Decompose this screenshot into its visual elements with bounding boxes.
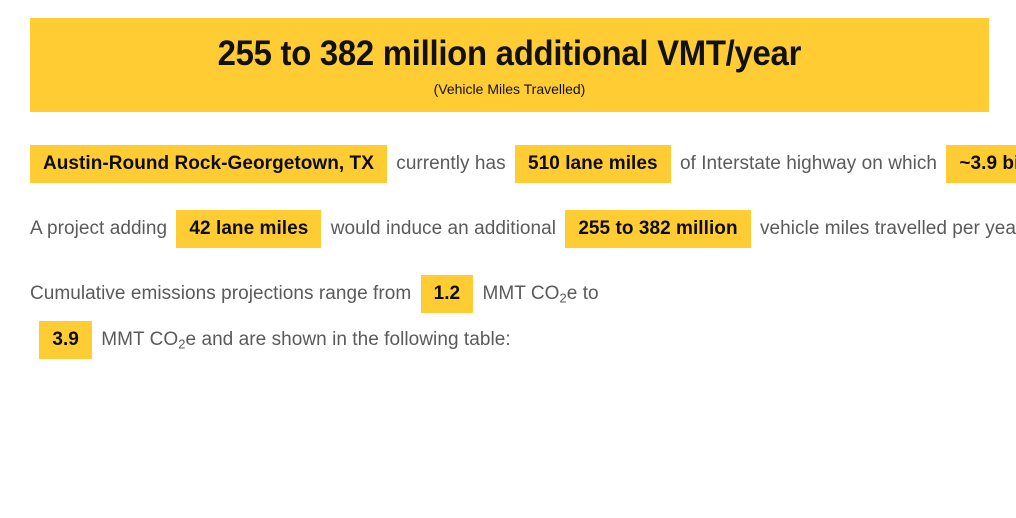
text-of-interstate-highway: of Interstate highway on which (679, 153, 938, 174)
highlight-region-name: Austin-Round Rock-Georgetown, TX (30, 145, 387, 183)
infographic-page: 255 to 382 million additional VMT/year (… (0, 0, 1016, 518)
banner-title: 255 to 382 million additional VMT/year (217, 34, 802, 74)
paragraph-project-impact: A project adding 42 lane miles would ind… (30, 206, 1016, 252)
text-mmt-co2e-high: MMT CO2e and are shown in the following … (101, 329, 510, 350)
paragraph-cumulative-projections: Cumulative emissions projections range f… (30, 271, 990, 363)
highlight-current-vmt: ~3.9 billion (946, 145, 1016, 183)
text-mmt-co2e-low-suffix: e to (566, 283, 599, 304)
text-mmt-co2e-low-prefix: MMT CO (482, 283, 560, 304)
highlight-projection-low: 1.2 (420, 275, 474, 313)
banner-subtitle: (Vehicle Miles Travelled) (433, 81, 586, 98)
text-annual-emissions-same-as: vehicle miles travelled per year. Under … (759, 218, 1016, 239)
text-mmt-co2e-high-prefix: MMT CO (101, 329, 179, 350)
paragraph-current-conditions: Austin-Round Rock-Georgetown, TX current… (30, 141, 1016, 187)
headline-banner: 255 to 382 million additional VMT/year (… (30, 18, 989, 112)
highlight-added-lane-miles: 42 lane miles (176, 210, 322, 248)
text-currently-has: currently has (396, 153, 506, 174)
highlight-projection-high: 3.9 (39, 321, 92, 359)
text-a-project-adding: A project adding (30, 218, 168, 239)
subscript-two-high: 2 (178, 336, 186, 352)
text-cumulative-range-from: Cumulative emissions projections range f… (30, 283, 412, 304)
text-would-induce: would induce an additional (330, 218, 556, 239)
subscript-two-low: 2 (559, 290, 567, 306)
highlight-existing-lane-miles: 510 lane miles (515, 145, 671, 183)
body-copy: Austin-Round Rock-Georgetown, TX current… (30, 122, 1016, 382)
highlight-induced-vmt: 255 to 382 million (565, 210, 751, 248)
text-mmt-co2e-low: MMT CO2e to (483, 283, 599, 304)
text-mmt-co2e-high-suffix: e and are shown in the following table: (185, 329, 511, 350)
